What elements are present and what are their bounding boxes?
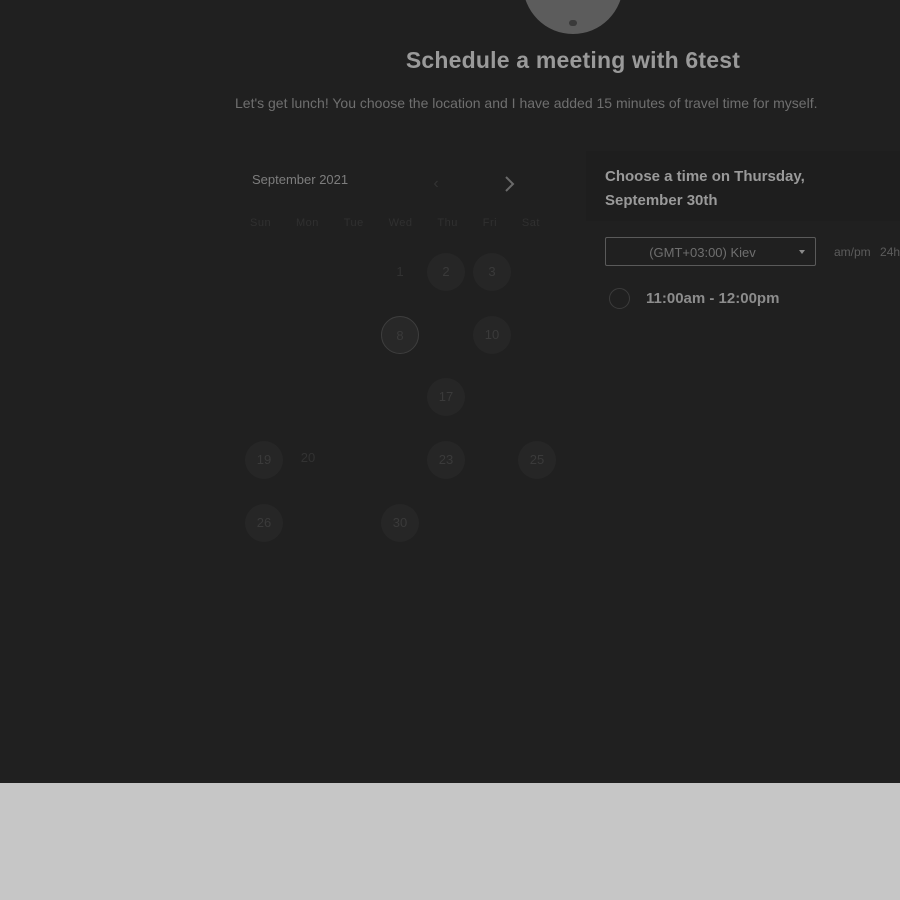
time-format-toggle: am/pm 24h xyxy=(834,245,900,259)
meeting-description: Let's get lunch! You choose the location… xyxy=(235,95,818,111)
radio-icon[interactable] xyxy=(609,287,630,309)
calendar-day[interactable]: 3 xyxy=(473,253,511,291)
calendar-day[interactable]: 30 xyxy=(381,504,419,542)
calendar-day[interactable]: 17 xyxy=(427,378,465,416)
scheduling-page: Schedule a meeting with 6test Let's get … xyxy=(0,0,900,783)
calendar-day[interactable]: 19 xyxy=(245,441,283,479)
calendar-day[interactable]: 26 xyxy=(245,504,283,542)
calendar-day[interactable]: 23 xyxy=(427,441,465,479)
avatar-detail xyxy=(569,20,577,26)
time-slot[interactable]: 11:00am - 12:00pm xyxy=(609,286,779,310)
page: Schedule a meeting with 6test Let's get … xyxy=(0,0,900,900)
weekday-label: Wed xyxy=(388,217,413,229)
weekday-header: Sun Mon Tue Wed Thu Fri Sat xyxy=(250,217,540,229)
calendar-day-selected[interactable]: 8 xyxy=(381,316,419,354)
calendar-month-label: September 2021 xyxy=(252,172,349,187)
calendar-day[interactable]: 10 xyxy=(473,316,511,354)
chevron-right-icon[interactable] xyxy=(499,171,521,197)
weekday-label: Fri xyxy=(482,217,498,229)
host-avatar xyxy=(523,0,623,34)
format-option-24h[interactable]: 24h xyxy=(880,245,900,259)
time-slot-label: 11:00am - 12:00pm xyxy=(646,289,780,307)
calendar-day[interactable]: 25 xyxy=(518,441,556,479)
weekday-label: Tue xyxy=(343,217,364,229)
time-picker-heading: Choose a time on Thursday, September 30t… xyxy=(605,168,805,209)
page-footer-area xyxy=(0,783,900,900)
weekday-label: Sat xyxy=(521,217,540,229)
weekday-label: Thu xyxy=(437,217,458,229)
chevron-left-icon[interactable]: ‹ xyxy=(428,174,444,194)
timezone-select[interactable]: (GMT+03:00) Kiev xyxy=(605,237,816,266)
caret-down-icon xyxy=(799,250,805,254)
calendar-day: 1 xyxy=(396,264,404,279)
weekday-label: Mon xyxy=(295,217,319,229)
page-title: Schedule a meeting with 6test xyxy=(405,47,741,73)
timezone-value: (GMT+03:00) Kiev xyxy=(649,245,756,260)
weekday-label: Sun xyxy=(250,217,272,229)
calendar-day: 20 xyxy=(300,450,316,465)
calendar-day[interactable]: 2 xyxy=(427,253,465,291)
format-option-ampm[interactable]: am/pm xyxy=(834,245,871,259)
